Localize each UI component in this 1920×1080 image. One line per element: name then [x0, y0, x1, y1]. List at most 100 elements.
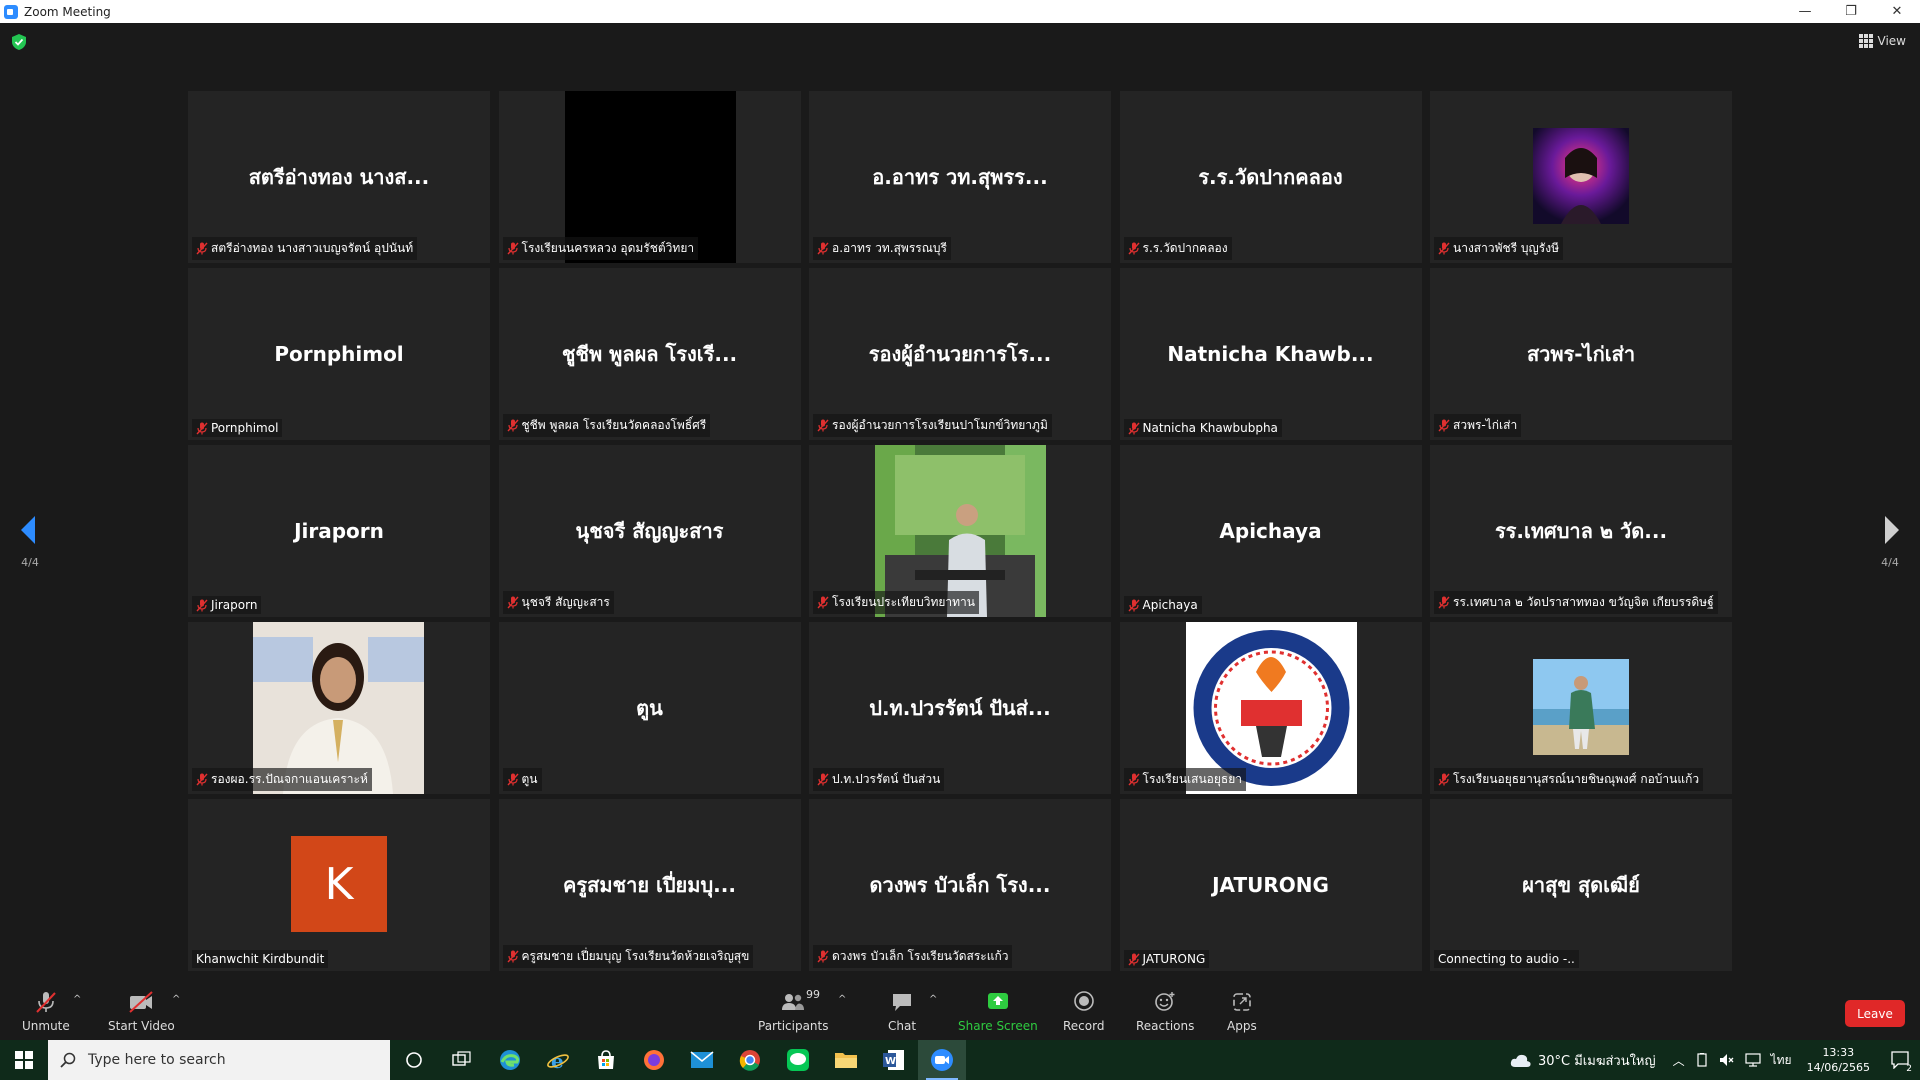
taskbar-mail[interactable]	[678, 1040, 726, 1080]
start-button[interactable]	[0, 1040, 48, 1080]
page-indicator-right: 4/4	[1881, 556, 1899, 569]
reactions-button[interactable]: Reactions	[1136, 990, 1194, 1033]
action-center-button[interactable]: 2	[1880, 1040, 1920, 1080]
participant-tile[interactable]: ชูชีพ พูลผล โรงเรี... ชูชีพ พูลผล โรงเรี…	[498, 268, 801, 440]
shield-icon[interactable]	[12, 34, 26, 50]
participant-tile[interactable]: นุชจรี สัญญะสาร นุชจรี สัญญะสาร	[498, 445, 801, 617]
participant-display-name: JATURONG	[1212, 873, 1329, 897]
close-button[interactable]: ✕	[1874, 0, 1920, 23]
leave-button[interactable]: Leave	[1845, 1000, 1905, 1027]
taskbar-zoom[interactable]	[918, 1040, 966, 1080]
network-icon[interactable]	[1745, 1053, 1761, 1067]
participant-name: โรงเรียนเสนอยุธยา	[1142, 772, 1243, 786]
participant-name-tag: โรงเรียนประเทียบวิทยาทาน	[813, 591, 979, 614]
ie-icon: e	[547, 1049, 569, 1072]
participant-tile[interactable]: ครูสมชาย เปี่ยมบุ... ครูสมชาย เปี่ยมบุญ …	[498, 799, 801, 971]
battery-icon[interactable]	[1695, 1053, 1709, 1067]
participant-name-tag: Apichaya	[1123, 596, 1202, 614]
muted-mic-icon	[1438, 596, 1450, 609]
record-button[interactable]: Record	[1063, 990, 1104, 1033]
next-page-arrow-icon[interactable]	[1881, 514, 1903, 546]
participant-tile[interactable]: Apichaya Apichaya	[1119, 445, 1422, 617]
input-language[interactable]: ไทย	[1771, 1051, 1792, 1070]
participant-display-name: รองผู้อำนวยการโร...	[868, 342, 1052, 366]
profile-picture	[1533, 659, 1629, 755]
muted-mic-icon	[817, 950, 829, 963]
weather-widget[interactable]: 30°C มีเมฆส่วนใหญ่	[1510, 1050, 1656, 1071]
participants-icon	[782, 994, 805, 1010]
participant-tile[interactable]: สตรีอ่างทอง นางส... สตรีอ่างทอง นางสาวเบ…	[188, 91, 490, 263]
muted-mic-icon	[1127, 242, 1140, 255]
participant-tile[interactable]: JATURONG JATURONG	[1119, 799, 1422, 971]
participant-tile[interactable]: Jiraporn Jiraporn	[188, 445, 490, 617]
taskbar-word[interactable]: W	[870, 1040, 918, 1080]
share-screen-button[interactable]: Share Screen	[958, 990, 1038, 1033]
muted-mic-icon	[1438, 242, 1450, 255]
participant-tile[interactable]: ตูน ตูน	[498, 622, 801, 794]
participant-tile[interactable]: โรงเรียนนครหลวง อุดมรัชต์วิทยา	[498, 91, 801, 263]
taskbar-chrome[interactable]	[726, 1040, 774, 1080]
participant-tile[interactable]: ร.ร.วัดปากคลอง ร.ร.วัดปากคลอง	[1119, 91, 1422, 263]
apps-button[interactable]: Apps	[1227, 990, 1257, 1033]
participant-tile[interactable]: Pornphimol Pornphimol	[188, 268, 490, 440]
start-video-label: Start Video	[108, 1019, 175, 1033]
view-button[interactable]: View	[1858, 34, 1906, 48]
taskbar-internet-explorer[interactable]: e	[534, 1040, 582, 1080]
participant-tile[interactable]: โรงเรียนเสนอยุธยา	[1119, 622, 1422, 794]
taskbar-file-explorer[interactable]	[822, 1040, 870, 1080]
participant-name-tag: โรงเรียนนครหลวง อุดมรัชต์วิทยา	[502, 237, 699, 260]
muted-mic-icon	[196, 599, 208, 611]
participant-tile[interactable]: อ.อาทร วท.สุพรร... อ.อาทร วท.สุพรรณบุรี	[809, 91, 1111, 263]
svg-text:e: e	[551, 1049, 564, 1072]
participants-options-caret[interactable]: ^	[838, 994, 846, 1005]
cortana-button[interactable]	[390, 1040, 438, 1080]
participant-tile[interactable]: สวพร-ไก่เส่า สวพร-ไก่เส่า	[1430, 268, 1732, 440]
participant-tile[interactable]: รองผอ.รร.ปัณจกาแอนเคราะห์	[188, 622, 490, 794]
participant-tile[interactable]: โรงเรียนประเทียบวิทยาทาน	[809, 445, 1111, 617]
taskbar-firefox[interactable]	[630, 1040, 678, 1080]
muted-mic-icon	[817, 419, 829, 432]
previous-page-arrow-icon[interactable]	[17, 514, 39, 546]
taskbar-store[interactable]	[582, 1040, 630, 1080]
participant-tile[interactable]: รองผู้อำนวยการโร... รองผู้อำนวยการโรงเรี…	[809, 268, 1111, 440]
taskbar-search[interactable]: Type here to search	[48, 1040, 390, 1080]
taskbar-edge[interactable]	[486, 1040, 534, 1080]
participant-display-name: สวพร-ไก่เส่า	[1526, 342, 1636, 366]
muted-mic-icon	[817, 242, 829, 255]
taskbar-line[interactable]	[774, 1040, 822, 1080]
volume-muted-icon[interactable]	[1719, 1053, 1735, 1067]
participant-display-name: ตูน	[636, 696, 663, 720]
participant-tile[interactable]: ผาสุข สุดเฒีย์ Connecting to audio -..	[1430, 799, 1732, 971]
participant-name-tag: Jiraporn	[192, 596, 262, 614]
unmute-button[interactable]: Unmute	[22, 990, 70, 1033]
muted-mic-icon	[36, 992, 56, 1013]
participant-tile[interactable]: ดวงพร บัวเล็ก โรง... ดวงพร บัวเล็ก โรงเร…	[809, 799, 1111, 971]
participant-name-tag: รองผอ.รร.ปัณจกาแอนเคราะห์	[192, 768, 372, 791]
muted-mic-icon	[1127, 953, 1140, 965]
participant-tile[interactable]: ป.ท.ปวรรัตน์ ปันส่... ป.ท.ปวรรัตน์ ปันส่…	[809, 622, 1111, 794]
chat-button[interactable]: Chat	[888, 990, 916, 1033]
participant-display-name: ชูชีพ พูลผล โรงเรี...	[561, 342, 738, 366]
participant-name: สวพร-ไก่เส่า	[1453, 418, 1518, 432]
video-options-caret[interactable]: ^	[172, 994, 180, 1005]
participant-tile[interactable]: นางสาวพัชรี บุญรังษี	[1430, 91, 1732, 263]
participant-tile[interactable]: รร.เทศบาล ๒ วัด... รร.เทศบาล ๒ วัดปราสาท…	[1430, 445, 1732, 617]
restore-button[interactable]: ❐	[1828, 0, 1874, 23]
muted-mic-icon	[506, 419, 519, 432]
participant-tile[interactable]: Natnicha Khawb... Natnicha Khawbubpha	[1119, 268, 1422, 440]
show-hidden-icons-chevron-icon[interactable]: ︿	[1673, 1052, 1685, 1069]
participant-tile[interactable]: โรงเรียนอยุธยานุสรณ์นายชิษณุพงศ์ กอบ้านแ…	[1430, 622, 1732, 794]
participant-display-name: ดวงพร บัวเล็ก โรง...	[869, 873, 1051, 897]
chat-options-caret[interactable]: ^	[929, 994, 937, 1005]
participant-name-tag: ร.ร.วัดปากคลอง	[1123, 237, 1232, 260]
participant-name-tag: Connecting to audio -..	[1434, 950, 1579, 968]
task-view-button[interactable]	[438, 1040, 486, 1080]
store-icon	[598, 1050, 614, 1069]
audio-options-caret[interactable]: ^	[73, 994, 81, 1005]
taskbar-clock[interactable]: 13:33 14/06/2565	[1807, 1045, 1870, 1075]
start-video-button[interactable]: Start Video	[108, 990, 175, 1033]
minimize-button[interactable]: —	[1782, 0, 1828, 23]
chat-icon	[893, 994, 912, 1011]
participant-name: ตูน	[521, 772, 538, 786]
participant-tile[interactable]: K Khanwchit Kirdbundit	[188, 799, 490, 971]
